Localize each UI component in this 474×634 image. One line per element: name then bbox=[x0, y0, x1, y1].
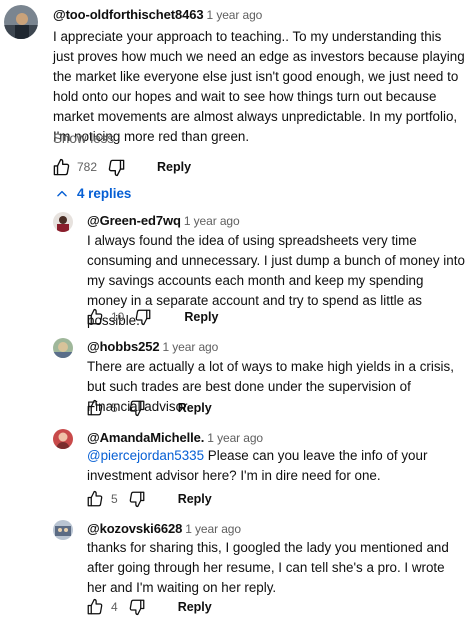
reply-author[interactable]: @AmandaMichelle. 1 year ago bbox=[87, 430, 263, 445]
like-count: 5 bbox=[111, 492, 118, 506]
reply-actions: 5 Reply bbox=[84, 488, 212, 510]
thumbs-down-icon[interactable] bbox=[126, 596, 148, 618]
comment-actions: 782 Reply bbox=[50, 156, 191, 178]
reply-actions: 10 Reply bbox=[84, 306, 218, 328]
reply-actions: 5 Reply bbox=[84, 397, 212, 419]
reply-time[interactable]: 1 year ago bbox=[162, 340, 218, 354]
thumbs-up-icon[interactable] bbox=[50, 156, 72, 178]
thumbs-down-icon[interactable] bbox=[105, 156, 127, 178]
show-less-button[interactable]: Show less bbox=[53, 131, 114, 146]
thumbs-down-icon[interactable] bbox=[132, 306, 154, 328]
like-count: 10 bbox=[111, 310, 125, 324]
author-name[interactable]: @Green-ed7wq bbox=[87, 213, 181, 228]
reply-time[interactable]: 1 year ago bbox=[207, 431, 263, 445]
thumbs-up-icon[interactable] bbox=[84, 306, 106, 328]
reply-button[interactable]: Reply bbox=[178, 600, 212, 614]
reply-text: @piercejordan5335 Please can you leave t… bbox=[87, 446, 467, 486]
reply-time[interactable]: 1 year ago bbox=[185, 522, 241, 536]
reply-button[interactable]: Reply bbox=[178, 492, 212, 506]
reply-button[interactable]: Reply bbox=[184, 310, 218, 324]
author-name[interactable]: @hobbs252 bbox=[87, 339, 160, 354]
avatar[interactable] bbox=[53, 338, 73, 358]
reply-button[interactable]: Reply bbox=[178, 401, 212, 415]
reply-author[interactable]: @hobbs252 1 year ago bbox=[87, 339, 218, 354]
comment-time[interactable]: 1 year ago bbox=[207, 8, 263, 22]
thumbs-up-icon[interactable] bbox=[84, 488, 106, 510]
replies-toggle-button[interactable]: 4 replies bbox=[55, 186, 131, 201]
avatar[interactable] bbox=[4, 5, 38, 39]
avatar[interactable] bbox=[53, 429, 73, 449]
like-count: 4 bbox=[111, 600, 118, 614]
author-name[interactable]: @kozovski6628 bbox=[87, 521, 182, 536]
avatar[interactable] bbox=[53, 212, 73, 232]
comment-text: I appreciate your approach to teaching..… bbox=[53, 29, 465, 144]
reply-actions: 4 Reply bbox=[84, 596, 212, 618]
author-name[interactable]: @too-oldforthischet8463 bbox=[53, 7, 204, 22]
like-count: 782 bbox=[77, 160, 98, 174]
comment-author[interactable]: @too-oldforthischet8463 1 year ago bbox=[53, 7, 262, 22]
reply-author[interactable]: @kozovski6628 1 year ago bbox=[87, 521, 241, 536]
reply-author[interactable]: @Green-ed7wq 1 year ago bbox=[87, 213, 240, 228]
avatar[interactable] bbox=[53, 520, 73, 540]
reply-button[interactable]: Reply bbox=[157, 160, 191, 174]
chevron-up-icon bbox=[55, 187, 69, 201]
thumbs-down-icon[interactable] bbox=[126, 488, 148, 510]
thumbs-up-icon[interactable] bbox=[84, 397, 106, 419]
replies-count[interactable]: 4 replies bbox=[77, 186, 131, 201]
author-name[interactable]: @AmandaMichelle. bbox=[87, 430, 204, 445]
reply-time[interactable]: 1 year ago bbox=[184, 214, 240, 228]
like-count: 5 bbox=[111, 401, 118, 415]
reply-text: thanks for sharing this, I googled the l… bbox=[87, 540, 449, 595]
user-mention-link[interactable]: @piercejordan5335 bbox=[87, 448, 204, 463]
thumbs-down-icon[interactable] bbox=[126, 397, 148, 419]
thumbs-up-icon[interactable] bbox=[84, 596, 106, 618]
